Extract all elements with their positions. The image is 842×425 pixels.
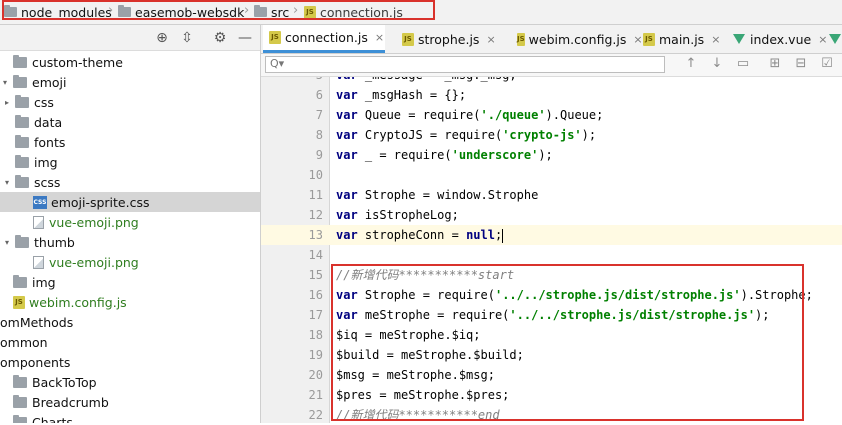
tab-label: webim.config.js [528, 31, 627, 47]
line-number: 8 [315, 128, 323, 142]
js-file-icon: JS [402, 32, 414, 46]
collapse-all-icon[interactable]: ⇳ [179, 30, 195, 46]
annotation-highlight-box [331, 264, 804, 421]
line-number: 17 [308, 308, 323, 322]
select-all-occurrences-icon[interactable]: ☑ [819, 56, 835, 72]
line-number: 18 [308, 328, 323, 342]
code-line: var Queue = require('./queue').Queue; [336, 108, 604, 122]
close-icon[interactable]: × [375, 31, 384, 44]
code-line: var Strophe = window.Strophe [336, 188, 539, 202]
js-file-icon: JS [517, 32, 525, 46]
line-number: 15 [308, 268, 323, 282]
editor-tab[interactable]: JS connection.js × [263, 25, 385, 53]
line-number: 16 [308, 288, 323, 302]
search-input[interactable]: Q▾ [265, 56, 665, 73]
breadcrumb: node_modules › easemob-websdk › src › JS… [0, 0, 842, 25]
code-line: var stropheConn = null; [336, 228, 504, 243]
locate-icon[interactable]: ⊕ [154, 30, 170, 46]
editor-tab[interactable]: index.vue × [727, 25, 827, 53]
add-occurrence-icon[interactable]: ⊞ [767, 56, 783, 72]
vue-file-icon [733, 34, 745, 44]
code-line: var _msgHash = {}; [336, 88, 467, 102]
line-number: 19 [308, 348, 323, 362]
close-icon[interactable]: × [486, 33, 495, 46]
tree-item-label: custom-theme [32, 54, 123, 70]
find-bar: Q▾ ↑ ↓ ▭ ⊞ ⊟ ☑ [261, 54, 842, 77]
tab-label: main.js [659, 31, 705, 47]
editor-tabs: JS connection.js × JS strophe.js × JS webim.con… [261, 25, 842, 54]
code-line: var CryptoJS = require('crypto-js'); [336, 128, 597, 142]
arrow-down-icon[interactable]: ↓ [709, 56, 725, 72]
select-all-icon[interactable]: ▭ [735, 56, 751, 72]
js-file-icon: JS [269, 31, 281, 44]
line-number: 13 [308, 228, 323, 242]
hide-panel-icon[interactable]: — [237, 30, 253, 46]
editor-tab[interactable]: JS webim.config.js × [511, 25, 643, 53]
code-line: var isStropheLog; [336, 208, 459, 222]
search-icon: Q▾ [270, 57, 285, 70]
editor-tab[interactable]: JS strophe.js × [396, 25, 506, 53]
tab-label: strophe.js [418, 31, 480, 47]
line-number: 9 [315, 148, 323, 162]
tree-item[interactable]: custom-theme [0, 52, 260, 72]
remove-occurrence-icon[interactable]: ⊟ [793, 56, 809, 72]
line-number: 22 [308, 408, 323, 422]
line-number: 14 [308, 248, 323, 262]
arrow-up-icon[interactable]: ↑ [683, 56, 699, 72]
vue-file-icon [829, 34, 841, 44]
editor-tab[interactable]: JS main.js × [637, 25, 722, 53]
annotation-highlight-box [2, 0, 435, 20]
line-number: 6 [315, 88, 323, 102]
tab-label: connection.js [285, 30, 368, 45]
project-toolbar: ⊕ ⇳ ⚙ — [0, 25, 260, 51]
line-number: 12 [308, 208, 323, 222]
line-number: 20 [308, 368, 323, 382]
line-number: 11 [308, 188, 323, 202]
js-file-icon: JS [643, 32, 655, 46]
text-cursor [502, 228, 504, 243]
gear-icon[interactable]: ⚙ [212, 30, 228, 46]
close-icon[interactable]: × [711, 33, 720, 46]
line-number: 21 [308, 388, 323, 402]
tab-label: index.vue [750, 31, 812, 47]
code-line: var _ = require('underscore'); [336, 148, 553, 162]
line-number: 7 [315, 108, 323, 122]
folder-icon [13, 54, 27, 68]
editor-tab[interactable] [823, 25, 842, 53]
line-number: 10 [308, 168, 323, 182]
